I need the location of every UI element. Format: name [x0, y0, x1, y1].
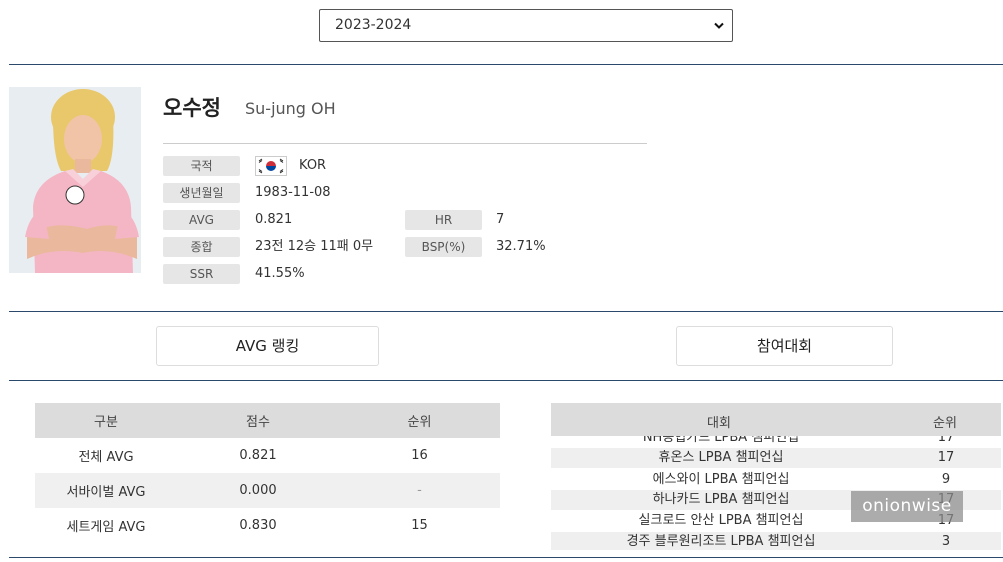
table-cell: 0.830: [239, 518, 277, 533]
bsp-label: BSP(%): [405, 237, 482, 257]
ssr-value: 41.55%: [255, 266, 305, 281]
record-label: 종합: [163, 237, 240, 257]
ssr-label: SSR: [163, 264, 240, 284]
season-select-value: 2023-2024: [335, 17, 412, 33]
birth-label: 생년월일: [163, 183, 240, 203]
tournament-rank: 3: [941, 534, 951, 549]
bsp-value: 32.71%: [496, 239, 546, 254]
avg-ranking-button[interactable]: AVG 랭킹: [156, 326, 379, 366]
column-header: 구분: [35, 403, 177, 438]
tournaments-button[interactable]: 참여대회: [676, 326, 893, 366]
korea-flag-icon: [255, 156, 287, 176]
chevron-down-icon: [714, 22, 724, 29]
tournament-table[interactable]: 대회 순위 NH농협카드 LPBA 챔피언십 17 휴온스 LPBA 챔피언십 …: [551, 403, 1001, 550]
nationality-value: KOR: [299, 158, 327, 173]
table-header-row: 대회 순위: [551, 403, 1001, 436]
table-row: 휴온스 LPBA 챔피언십 17: [551, 448, 1001, 468]
table-row: 세트게임 AVG 0.830 15: [35, 508, 500, 543]
table-cell: 서바이벌 AVG: [35, 473, 177, 508]
watermark-logo: onionwise: [851, 491, 963, 522]
nationality-label: 국적: [163, 156, 240, 176]
table-cell: 0.821: [239, 448, 277, 463]
tournament-name: 경주 블루원리조트 LPBA 챔피언십: [626, 534, 816, 549]
tournament-rank: 17: [937, 450, 955, 465]
avg-ranking-table: 구분 점수 순위 전체 AVG 0.821 16 서바이벌 AVG 0.000 …: [35, 403, 500, 543]
tournament-name: 에스와이 LPBA 챔피언십: [652, 472, 790, 487]
tournament-name: 휴온스 LPBA 챔피언십: [658, 450, 784, 465]
tournament-name: 실크로드 안산 LPBA 챔피언십: [638, 513, 804, 528]
avg-label: AVG: [163, 210, 240, 230]
player-name-korean: 오수정: [163, 96, 221, 120]
divider: [9, 557, 1003, 558]
table-header-row: 구분 점수 순위: [35, 403, 500, 438]
table-cell: 전체 AVG: [78, 450, 134, 465]
table-cell: 세트게임 AVG: [66, 520, 146, 535]
player-photo: [9, 87, 141, 273]
table-row: 전체 AVG 0.821 16: [35, 438, 500, 473]
season-select[interactable]: 2023-2024: [319, 9, 733, 42]
record-value: 23전 12승 11패 0무: [255, 239, 374, 254]
table-cell: -: [339, 473, 500, 508]
hr-value: 7: [496, 212, 505, 227]
divider: [9, 311, 1003, 312]
hr-label: HR: [405, 210, 482, 230]
divider: [9, 380, 1003, 381]
column-header: 순위: [339, 403, 500, 438]
divider: [9, 64, 1003, 65]
table-row: 에스와이 LPBA 챔피언십 9: [551, 470, 1001, 490]
name-divider: [163, 143, 647, 144]
table-row: 경주 블루원리조트 LPBA 챔피언십 3: [551, 532, 1001, 550]
tournament-name: 하나카드 LPBA 챔피언십: [652, 492, 790, 507]
tournament-rank: 9: [941, 472, 951, 487]
column-header: 점수: [177, 403, 339, 438]
column-header: 순위: [933, 416, 957, 431]
table-cell: 16: [411, 448, 428, 463]
table-row: 서바이벌 AVG 0.000 -: [35, 473, 500, 508]
avg-value: 0.821: [255, 212, 293, 227]
table-cell: 15: [411, 518, 428, 533]
player-name-english: Su-jung OH: [245, 99, 336, 118]
column-header: 대회: [707, 416, 731, 431]
table-cell: 0.000: [177, 473, 339, 508]
birth-value: 1983-11-08: [255, 185, 331, 200]
